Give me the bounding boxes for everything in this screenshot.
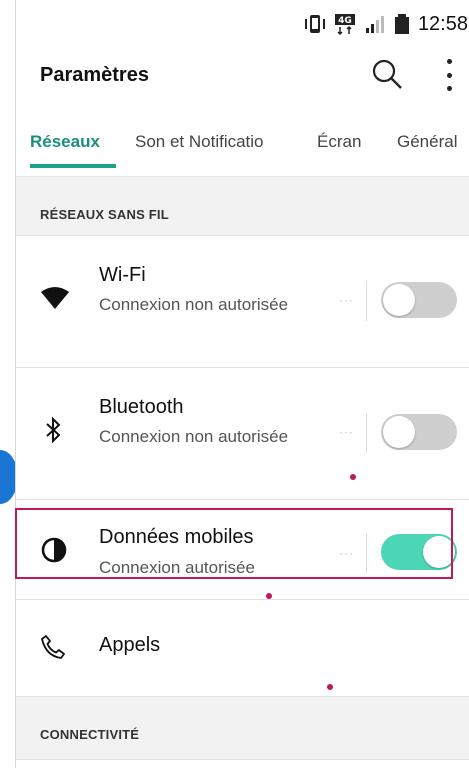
annotation-marker [266,593,272,599]
item-subtitle: Connexion non autorisée [99,427,289,446]
item-subtitle: Connexion non autorisée [99,295,289,314]
signal-icon [364,14,386,34]
annotation-marker [327,684,333,690]
status-bar: 4G 12:58 [16,0,469,48]
tab-display[interactable]: Écran [317,132,361,152]
network-type-icon: 4G [334,13,356,35]
tab-general[interactable]: Général [397,132,457,152]
more-options-button[interactable] [441,56,457,94]
item-title: Données mobiles [99,526,254,548]
bluetooth-icon [44,416,64,449]
page-title: Paramètres [40,64,149,86]
search-button[interactable] [370,57,404,91]
app-bar: Paramètres [16,48,469,104]
item-title: Bluetooth [99,396,184,418]
tab-sound-notifications[interactable]: Son et Notificatio [135,132,264,152]
section-title: CONNECTIVITÉ [40,727,140,742]
divider-dots: ··· [339,425,354,439]
toggle-knob [383,416,415,448]
toggle-knob [423,536,455,568]
bluetooth-toggle[interactable] [381,414,457,450]
divider [366,533,367,573]
settings-screen: 4G 12:58 Paramètres Réseaux Son et Notif… [15,0,469,768]
status-time: 12:58 [417,12,468,35]
more-vert-icon [446,59,452,64]
wifi-icon [40,286,70,315]
mobile-data-toggle[interactable] [381,534,457,570]
phone-icon [40,634,66,665]
divider [366,413,367,453]
divider [366,281,367,321]
svg-text:4G: 4G [338,16,352,26]
section-header-connectivity: CONNECTIVITÉ [16,697,469,760]
item-title: Appels [99,634,161,656]
item-title: Wi-Fi [99,264,146,286]
item-subtitle: Connexion autorisée [99,558,255,577]
settings-item-wifi[interactable]: Wi-Fi Connexion non autorisée ··· [16,236,469,368]
annotation-marker [350,474,356,480]
mobile-data-icon [40,536,68,569]
tab-bar: Réseaux Son et Notificatio Écran Général [16,104,469,177]
section-title: RÉSEAUX SANS FIL [40,207,169,222]
vibrate-icon [304,14,326,34]
divider-dots: ··· [339,546,354,560]
settings-item-calls[interactable]: Appels [16,600,469,697]
settings-item-mobile-data[interactable]: Données mobiles Connexion autorisée ··· [16,500,469,600]
battery-icon [394,14,410,34]
tab-networks[interactable]: Réseaux [30,132,100,152]
settings-item-bluetooth[interactable]: Bluetooth Connexion non autorisée ··· [16,368,469,500]
divider-dots: ··· [339,293,354,307]
active-tab-indicator [30,164,116,168]
wifi-toggle[interactable] [381,282,457,318]
section-header-wireless: RÉSEAUX SANS FIL [16,177,469,236]
toggle-knob [383,284,415,316]
search-icon [372,59,402,89]
